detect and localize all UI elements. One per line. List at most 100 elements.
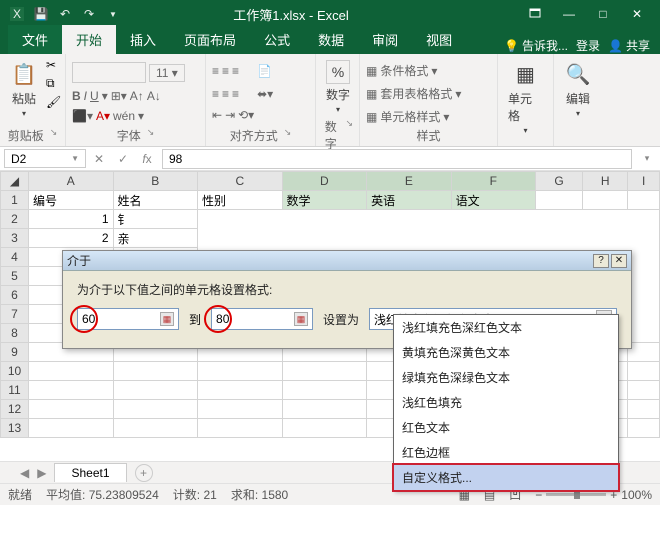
tab-data[interactable]: 数据	[304, 25, 358, 54]
cell[interactable]: 语文	[451, 191, 536, 210]
row-header[interactable]: 9	[1, 343, 29, 362]
row-header[interactable]: 4	[1, 248, 29, 267]
cell[interactable]	[536, 191, 583, 210]
cell[interactable]: 1	[29, 210, 114, 229]
redo-icon[interactable]: ↷	[78, 3, 100, 25]
number-format-button[interactable]: % 数字▾	[322, 58, 354, 116]
row-header[interactable]: 5	[1, 267, 29, 286]
phonetic-icon[interactable]: wén	[113, 109, 135, 123]
row-header[interactable]: 3	[1, 229, 29, 248]
range-picker-icon[interactable]: ▦	[160, 312, 174, 326]
cell[interactable]	[113, 362, 198, 381]
qat-dropdown-icon[interactable]: ▼	[102, 3, 124, 25]
cell[interactable]: 编号	[29, 191, 114, 210]
row-header[interactable]: 6	[1, 286, 29, 305]
col-header[interactable]: D	[282, 172, 367, 191]
cell[interactable]: 姓名	[113, 191, 198, 210]
zoom-value[interactable]: 100%	[621, 488, 652, 502]
bold-button[interactable]: B	[72, 89, 81, 103]
cell[interactable]: 亲	[113, 229, 198, 248]
row-header[interactable]: 12	[1, 400, 29, 419]
col-header[interactable]: G	[536, 172, 583, 191]
cell[interactable]	[198, 362, 283, 381]
cell[interactable]	[29, 362, 114, 381]
close-icon[interactable]: ✕	[620, 0, 654, 28]
tab-layout[interactable]: 页面布局	[170, 25, 250, 54]
cell[interactable]: 性别	[198, 191, 283, 210]
dropdown-item[interactable]: 红色边框	[394, 440, 618, 465]
tab-file[interactable]: 文件	[8, 25, 62, 54]
row-header[interactable]: 13	[1, 419, 29, 438]
format-as-table-button[interactable]: ▦套用表格格式▾	[366, 85, 461, 102]
cut-icon[interactable]: ✂	[46, 58, 61, 72]
col-header[interactable]: F	[451, 172, 536, 191]
zoom-slider[interactable]	[546, 493, 606, 496]
cell[interactable]	[628, 419, 660, 438]
cell[interactable]	[628, 381, 660, 400]
paste-button[interactable]: 📋 粘贴 ▾	[6, 58, 42, 120]
format-painter-icon[interactable]: 🖌	[46, 95, 61, 109]
indent-dec-icon[interactable]: ⇤	[212, 108, 222, 122]
accept-formula-icon[interactable]: ✓	[114, 152, 132, 166]
align-center-icon[interactable]: ≡	[222, 87, 229, 101]
dialog-launcher-icon[interactable]: ↘	[345, 118, 353, 152]
dialog-launcher-icon[interactable]: ↘	[284, 127, 292, 144]
to-value-input[interactable]: ▦	[211, 308, 313, 330]
italic-button[interactable]: I	[84, 89, 87, 103]
dropdown-item-custom[interactable]: 自定义格式...	[394, 465, 618, 490]
cell[interactable]: 数学	[282, 191, 367, 210]
maximize-icon[interactable]: □	[586, 0, 620, 28]
cell[interactable]	[113, 400, 198, 419]
cell[interactable]	[198, 381, 283, 400]
cell[interactable]	[282, 419, 367, 438]
to-value-field[interactable]	[216, 312, 286, 326]
from-value-input[interactable]: ▦	[77, 308, 179, 330]
editing-button[interactable]: 🔍编辑▾	[560, 58, 596, 120]
row-header[interactable]: 1	[1, 191, 29, 210]
dropdown-item[interactable]: 浅红填充色深红色文本	[394, 315, 618, 340]
align-top-icon[interactable]: ≡	[212, 64, 219, 78]
align-left-icon[interactable]: ≡	[212, 87, 219, 101]
chevron-down-icon[interactable]: ▼	[71, 154, 79, 163]
cell[interactable]	[29, 419, 114, 438]
align-mid-icon[interactable]: ≡	[222, 64, 229, 78]
name-box[interactable]: D2▼	[4, 149, 86, 168]
from-value-field[interactable]	[82, 312, 152, 326]
cell[interactable]	[29, 400, 114, 419]
dropdown-item[interactable]: 浅红色填充	[394, 390, 618, 415]
col-header[interactable]: B	[113, 172, 198, 191]
indent-inc-icon[interactable]: ⇥	[225, 108, 235, 122]
wrap-text-icon[interactable]: 📄	[257, 64, 272, 78]
underline-button[interactable]: U	[90, 89, 99, 103]
sheet-tab[interactable]: Sheet1	[54, 463, 126, 482]
shrink-font-icon[interactable]: A↓	[147, 89, 161, 103]
minimize-icon[interactable]: —	[552, 0, 586, 28]
cell[interactable]	[282, 381, 367, 400]
cell[interactable]	[29, 381, 114, 400]
row-header[interactable]: 8	[1, 324, 29, 343]
cell-styles-button[interactable]: ▦单元格样式▾	[366, 108, 449, 125]
cell[interactable]	[113, 419, 198, 438]
col-header[interactable]: E	[367, 172, 452, 191]
cell[interactable]: 英语	[367, 191, 452, 210]
signin[interactable]: 登录	[576, 37, 600, 54]
conditional-format-button[interactable]: ▦条件格式▾	[366, 62, 437, 79]
tab-home[interactable]: 开始	[62, 25, 116, 54]
tab-review[interactable]: 审阅	[358, 25, 412, 54]
col-header[interactable]: H	[583, 172, 628, 191]
tellme[interactable]: 💡 告诉我...	[504, 37, 568, 54]
row-header[interactable]: 2	[1, 210, 29, 229]
dialog-launcher-icon[interactable]: ↘	[50, 127, 58, 144]
share[interactable]: 👤 共享	[608, 37, 650, 54]
tab-view[interactable]: 视图	[412, 25, 466, 54]
cells-button[interactable]: ▦单元格▾	[504, 58, 547, 137]
font-picker[interactable]: 11 ▾	[72, 62, 185, 83]
formula-bar[interactable]: 98	[162, 149, 632, 169]
fill-color-icon[interactable]: ⬛▾	[72, 109, 93, 123]
border-icon[interactable]: ⊞▾	[111, 89, 127, 103]
font-color-icon[interactable]: A▾	[96, 109, 110, 123]
dialog-close-icon[interactable]: ✕	[611, 254, 627, 268]
row-header[interactable]: 7	[1, 305, 29, 324]
select-all-corner[interactable]: ◢	[1, 172, 29, 191]
tab-formulas[interactable]: 公式	[250, 25, 304, 54]
